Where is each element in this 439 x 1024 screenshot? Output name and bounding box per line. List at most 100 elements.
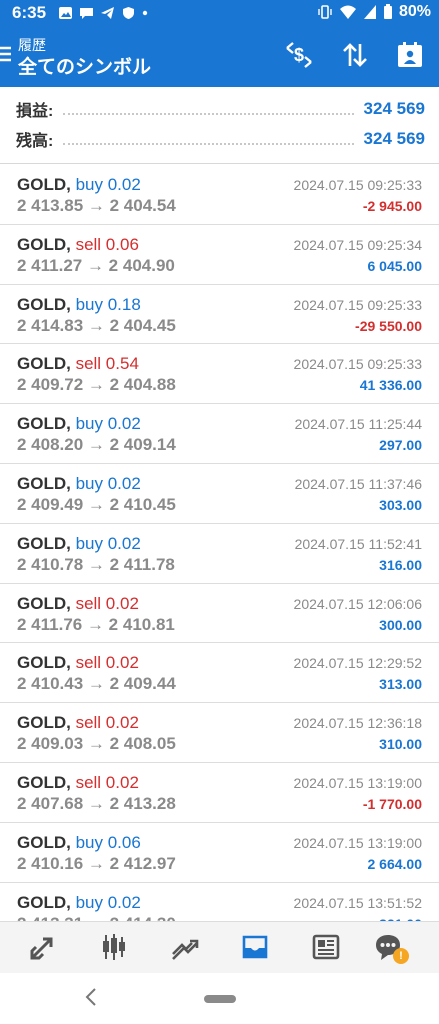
symbol-name: GOLD, [17,892,71,912]
profit-value: 324 569 [363,99,425,118]
deal-side: buy 0.02 [75,533,141,553]
balance-row: 残高: 324 569 [16,127,425,151]
back-icon[interactable] [84,987,98,1007]
deal-profit: 300.00 [379,616,422,633]
menu-icon[interactable] [0,44,12,64]
symbol-name: GOLD, [17,772,71,792]
deal-time: 2024.07.15 11:37:46 [294,475,422,492]
deal-list[interactable]: GOLD, buy 0.02 2 413.85 → 2 404.54 2024.07… [0,165,439,921]
deal-row[interactable]: GOLD, buy 0.02 2 409.49 → 2 410.45 2024.07… [0,464,439,524]
deal-profit: -29 550.00 [355,317,422,334]
bottom-toolbar: ! [0,921,439,973]
symbol-name: GOLD, [17,234,71,254]
deal-prices: 2 411.76 → 2 410.81 [17,614,175,634]
deal-symbol: GOLD, sell 0.02 [17,713,139,733]
home-handle[interactable] [204,995,236,1003]
chart-icon[interactable] [99,932,129,962]
deal-row[interactable]: GOLD, buy 0.02 2 410.78 → 2 411.78 2024.07… [0,524,439,584]
status-bar: 6:35 80% [0,0,439,28]
deal-row[interactable]: GOLD, sell 0.02 2 409.03 → 2 408.05 2024.0… [0,703,439,763]
deal-side: buy 0.06 [75,832,141,852]
wifi-icon [339,5,356,19]
battery-level: 80% [398,3,431,20]
deal-side: sell 0.02 [75,593,139,613]
symbol-name: GOLD, [17,713,71,733]
deal-profit: 313.00 [379,676,422,693]
account-summary: 損益: 324 569 残高: 324 569 [0,87,439,164]
deal-profit: -2 945.00 [362,198,422,214]
vibrate-icon [318,5,332,19]
system-nav-bar [0,973,439,1024]
deal-row[interactable]: GOLD, buy 0.02 2 413.85 → 2 404.54 2024.07… [0,165,439,225]
symbol-name: GOLD, [17,832,71,852]
shield-icon [123,7,134,19]
deal-row[interactable]: GOLD, sell 0.02 2 410.43 → 2 409.44 2024.0… [0,643,439,704]
deal-prices: 2 410.16 → 2 412.97 [17,853,176,873]
profit-row: 損益: 324 569 [16,97,425,121]
deal-row[interactable]: GOLD, sell 0.02 2 411.76 → 2 410.81 2024.0… [0,584,439,644]
news-icon[interactable] [311,932,341,962]
history-icon[interactable] [240,932,270,962]
sort-icon[interactable] [340,40,370,70]
deal-symbol: GOLD, buy 0.02 [17,893,141,913]
deal-time: 2024.07.15 13:19:00 [293,774,422,791]
deal-symbol: GOLD, buy 0.02 [17,534,141,554]
deal-side: sell 0.02 [75,653,139,673]
deal-time: 2024.07.15 09:25:33 [293,177,422,193]
deal-prices: 2 409.49 → 2 410.45 [17,494,176,514]
deal-prices: 2 407.68 → 2 413.28 [17,793,176,813]
symbol-name: GOLD, [17,593,71,613]
deal-row[interactable]: GOLD, buy 0.02 2 408.20 → 2 409.14 2024.07… [0,404,439,464]
deal-profit: 310.00 [379,736,422,753]
notification-badge: ! [393,948,409,964]
symbol-name: GOLD, [17,354,71,374]
app-bar: 履歴 全てのシンボル $ [0,28,439,87]
quotes-icon[interactable] [28,932,58,962]
chat-button[interactable]: ! [373,932,409,964]
deal-symbol: GOLD, sell 0.02 [17,653,139,673]
deal-row[interactable]: GOLD, buy 0.022 413.31 → 2 414.302024.07… [0,883,439,921]
trade-icon[interactable] [170,932,200,962]
deal-side: buy 0.02 [75,892,141,912]
symbol-name: GOLD, [17,294,71,314]
deal-time: 2024.07.15 11:25:44 [294,416,422,433]
chat-bubble-icon [80,8,93,19]
deal-time: 2024.07.15 12:06:06 [293,595,422,612]
deal-time: 2024.07.15 11:52:41 [294,535,422,552]
symbol-filter-title[interactable]: 全てのシンボル [18,52,151,79]
calendar-icon[interactable] [395,40,425,70]
deal-time: 2024.07.15 09:25:34 [293,236,422,253]
deal-time: 2024.07.15 09:25:33 [293,356,422,373]
deal-side: buy 0.02 [75,414,141,434]
profit-label: 損益: [16,103,54,120]
deal-profit: 303.00 [379,496,422,513]
deal-prices: 2 413.85 → 2 404.54 [17,196,176,215]
deal-side: buy 0.02 [75,473,141,493]
deal-time: 2024.07.15 13:19:00 [293,834,422,851]
deal-symbol: GOLD, sell 0.02 [17,773,139,793]
deal-profit: 6 045.00 [367,257,423,274]
deal-row[interactable]: GOLD, sell 0.02 2 407.68 → 2 413.28 2024.0… [0,763,439,823]
deal-row[interactable]: GOLD, sell 0.54 2 409.72 → 2 404.88 2024.0… [0,344,439,405]
deal-profit: 2 664.00 [367,855,423,872]
deal-symbol: GOLD, buy 0.06 [17,833,141,853]
currency-swap-icon[interactable]: $ [284,40,314,70]
deal-symbol: GOLD, buy 0.02 [17,175,141,195]
deal-side: sell 0.54 [75,354,139,374]
deal-symbol: GOLD, buy 0.02 [17,474,141,494]
telegram-icon [101,7,114,19]
deal-side: sell 0.02 [75,772,139,792]
dotted-leader [63,133,354,145]
deal-prices: 2 413.31 → 2 414.30 [17,914,176,921]
deal-prices: 2 409.03 → 2 408.05 [17,734,176,754]
deal-time: 2024.07.15 12:29:52 [293,655,422,672]
symbol-name: GOLD, [17,533,71,553]
deal-row[interactable]: GOLD, buy 0.18 2 414.83 → 2 404.45 2024.07… [0,285,439,345]
system-icons: 80% [317,3,431,21]
deal-prices: 2 411.27 → 2 404.90 [17,255,175,275]
deal-symbol: GOLD, buy 0.18 [17,295,141,315]
deal-prices: 2 410.43 → 2 409.44 [17,674,176,694]
deal-row[interactable]: GOLD, buy 0.06 2 410.16 → 2 412.97 2024.07… [0,823,439,883]
deal-row[interactable]: GOLD, sell 0.06 2 411.27 → 2 404.90 2024.0… [0,225,439,285]
deal-profit: 316.00 [379,556,422,573]
